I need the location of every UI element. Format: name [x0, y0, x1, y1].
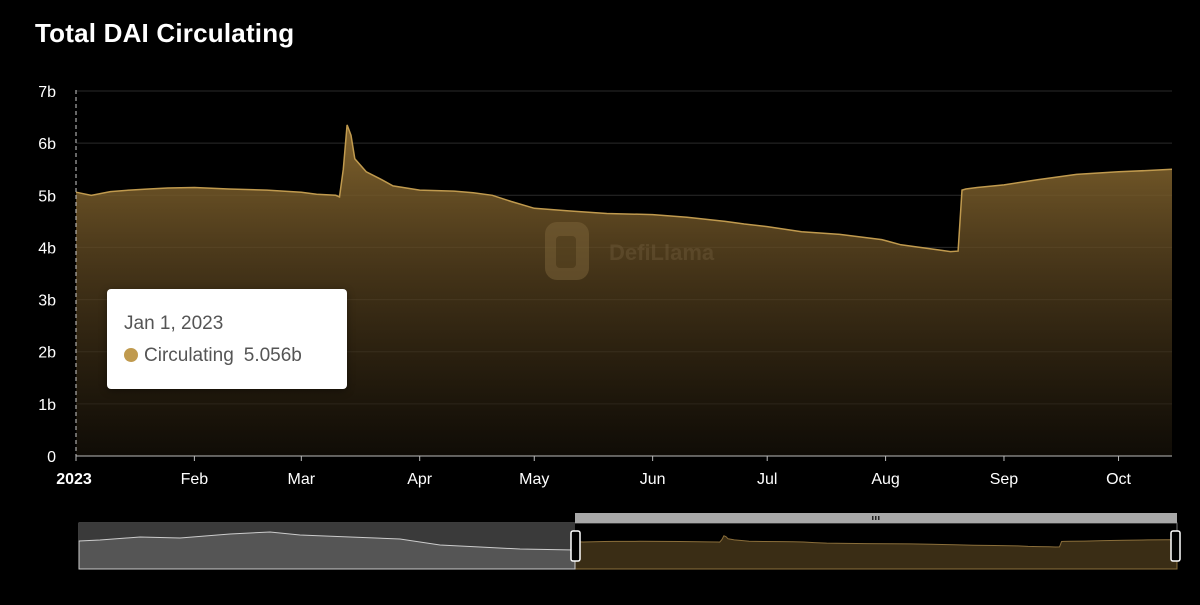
series-dot-icon: [124, 348, 138, 362]
x-tick-label: Sep: [990, 471, 1019, 488]
zoom-mini-area: [574, 535, 1178, 570]
y-tick-label: 0: [47, 449, 56, 466]
y-tick-label: 3b: [38, 293, 56, 310]
tooltip-value: 5.056b: [243, 345, 302, 366]
y-tick-label: 4b: [38, 240, 56, 257]
zoom-handle-left[interactable]: [570, 530, 581, 562]
x-tick-label: Oct: [1106, 471, 1131, 488]
x-tick-label: Mar: [288, 471, 316, 488]
y-tick-label: 1b: [38, 397, 56, 414]
x-tick-label: 2023: [56, 471, 92, 488]
zoom-slider[interactable]: [78, 513, 1181, 570]
x-tick-label: Apr: [407, 471, 433, 488]
x-tick-label: Feb: [181, 471, 209, 488]
tooltip-row: Circulating 5.056b: [124, 345, 302, 367]
tooltip: Jan 1, 2023 Circulating 5.056b: [107, 289, 347, 389]
x-tick-label: Jun: [640, 471, 666, 488]
x-tick-label: May: [519, 471, 549, 488]
zoom-handle-right[interactable]: [1170, 530, 1181, 562]
x-tick-label: Jul: [757, 471, 777, 488]
y-tick-label: 6b: [38, 136, 56, 153]
y-tick-label: 2b: [38, 345, 56, 362]
y-tick-label: 7b: [38, 84, 56, 101]
tooltip-series-name: Circulating: [144, 345, 234, 366]
y-tick-label: 5b: [38, 188, 56, 205]
zoom-mini-chart: [78, 531, 1178, 570]
zoom-grip-icon[interactable]: [872, 516, 880, 520]
watermark-text: DefiLlama: [609, 240, 715, 265]
x-tick-label: Aug: [871, 471, 899, 488]
tooltip-date: Jan 1, 2023: [124, 313, 224, 334]
axes: [75, 455, 1172, 461]
